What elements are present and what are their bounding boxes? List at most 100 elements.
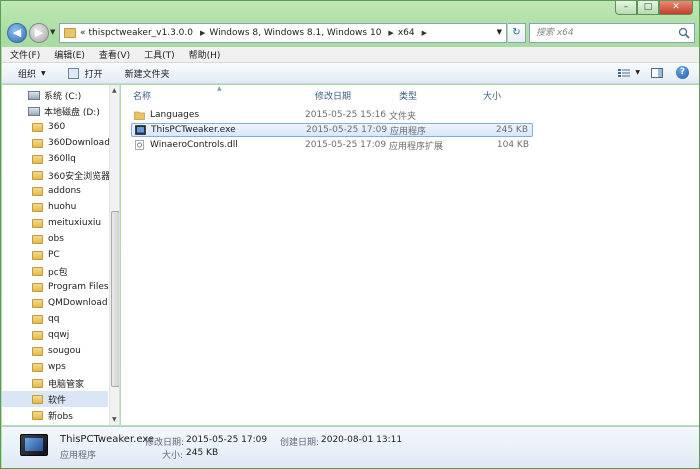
sidebar-item[interactable]: 软件 [2,391,108,407]
history-dropdown-icon[interactable]: ▼ [50,28,55,36]
scrollbar-thumb[interactable] [111,211,119,387]
sidebar-item[interactable]: wps [2,359,108,375]
breadcrumb-windows[interactable]: Windows 8, Windows 8.1, Windows 10 [209,28,381,38]
details-created-value: 2020-08-01 13:11 [321,435,403,445]
breadcrumb-thispctweaker[interactable]: thispctweaker_v1.3.0.0 [89,28,193,38]
folder-icon [32,202,43,212]
sidebar-item[interactable]: 360安全浏览器 [2,167,110,183]
refresh-button[interactable]: ↻ [508,23,526,43]
sidebar-item[interactable]: obs [2,231,108,247]
organize-button[interactable]: 组织 ▼ [18,67,46,80]
sidebar-item[interactable]: 本地磁盘 (D:) [2,103,108,119]
sidebar-item[interactable]: addons [2,183,108,199]
sidebar-item[interactable]: 360Downloads [2,135,115,151]
minimize-button[interactable]: – [615,1,637,15]
sidebar-item[interactable]: qq [2,311,108,327]
forward-arrow-icon: ▶ [34,26,44,39]
sidebar-item[interactable]: pc包 [2,263,108,279]
sidebar-item-label: meituxiuxiu [48,218,102,228]
sidebar-item-label: 360llq [48,154,76,164]
sidebar-item[interactable]: QMDownload [2,295,108,311]
menu-edit[interactable]: 编辑(E) [54,48,85,61]
folder-icon [32,410,43,420]
menu-help[interactable]: 帮助(H) [189,48,221,61]
scroll-down-icon[interactable]: ▼ [112,416,117,423]
chevron-right-icon[interactable]: ▶ [200,29,205,37]
search-icon[interactable] [678,27,690,39]
organize-label: 组织 [18,69,37,80]
column-header-date[interactable]: 修改日期 [315,89,351,102]
file-type: 应用程序扩展 [389,141,444,152]
sidebar-item-label: Program Files [48,282,109,292]
view-options-icon[interactable] [617,67,631,79]
sidebar-item-label: 360 [48,122,66,132]
navigation-pane: 系统 (C:) 本地磁盘 (D:) 360 360Downloads 360llq 360… [2,85,120,425]
application-icon [135,125,146,135]
open-button[interactable]: 打开 [67,67,103,80]
scroll-up-icon[interactable]: ▲ [112,87,117,94]
chevron-right-icon[interactable]: ▶ [388,29,393,37]
open-label: 打开 [84,69,103,80]
column-header-size[interactable]: 大小 [483,89,501,102]
new-folder-button[interactable]: 新建文件夹 [125,67,170,80]
explorer-window: – □ ✕ ◀ ▶ ▼ « thispctweaker_v1.3.0.0 ▶ W… [0,0,700,469]
column-header-type[interactable]: 类型 [399,89,417,102]
menu-tools[interactable]: 工具(T) [144,48,175,61]
breadcrumb-x64[interactable]: x64 [398,28,415,38]
details-filename: ThisPCTweaker.exe [60,434,155,445]
sidebar-item[interactable]: qqwj [2,327,108,343]
sidebar-item[interactable]: 新obs [2,407,108,423]
folder-icon [32,122,43,132]
sidebar-item[interactable]: 360llq [2,151,108,167]
forward-button[interactable]: ▶ [29,23,49,43]
chevron-right-icon[interactable]: ▶ [422,29,427,37]
details-size-label: 大小: [162,451,184,461]
column-header-name[interactable]: 名称 [133,89,151,102]
refresh-icon: ↻ [512,27,521,38]
close-button[interactable]: ✕ [659,1,693,15]
sidebar-item[interactable]: 电脑管家 [2,375,108,391]
folder-icon [32,346,43,356]
help-icon[interactable]: ? [676,66,689,79]
folder-icon [32,218,43,228]
folder-icon [32,170,43,180]
sidebar-item-label: PC [48,250,60,260]
sidebar-item[interactable]: meituxiuxiu [2,215,108,231]
sidebar-item-label: addons [48,186,81,196]
file-thumbnail-icon [20,434,48,456]
command-bar: 组织 ▼ 打开 新建文件夹 ▼ ? [2,63,699,84]
details-size-value: 245 KB [186,448,219,458]
search-input[interactable]: 搜索 x64 [529,23,695,43]
menu-file[interactable]: 文件(F) [10,48,40,61]
menu-bar: 文件(F) 编辑(E) 查看(V) 工具(T) 帮助(H) [2,47,699,63]
sidebar-scrollbar[interactable]: ▲ ▼ [109,85,119,425]
menu-view[interactable]: 查看(V) [99,48,130,61]
folder-icon [32,330,43,340]
sidebar-item[interactable]: 系统 (C:) [2,87,108,103]
file-name: ThisPCTweaker.exe [151,125,236,135]
maximize-button[interactable]: □ [637,1,659,15]
back-arrow-icon: ◀ [12,26,22,39]
drive-icon [28,106,40,116]
sidebar-item[interactable]: PC [2,247,108,263]
file-row[interactable]: Languages 2015-05-25 15:16 文件夹 [131,108,533,122]
sidebar-item[interactable]: huohu [2,199,108,215]
drive-icon [28,90,40,100]
sidebar-item[interactable]: Program Files [2,279,109,295]
file-date: 2015-05-25 17:09 [305,140,387,150]
folder-icon [32,362,43,372]
sidebar-item[interactable]: 360 [2,119,108,135]
view-dropdown-icon[interactable]: ▼ [635,69,640,76]
back-button[interactable]: ◀ [7,23,27,43]
preview-pane-icon[interactable] [650,67,664,79]
folder-icon [134,111,145,120]
address-bar[interactable]: « thispctweaker_v1.3.0.0 ▶ Windows 8, Wi… [59,23,507,43]
breadcrumb-overflow[interactable]: « [80,28,86,38]
folder-icon [32,314,43,324]
file-row[interactable]: ThisPCTweaker.exe 2015-05-25 17:09 应用程序 245… [131,123,533,137]
address-dropdown-icon[interactable]: ▼ [497,28,502,36]
sidebar-item[interactable]: sougou [2,343,108,359]
file-row[interactable]: WinaeroControls.dll 2015-05-25 17:09 应用程序扩… [131,138,533,152]
sidebar-item-label: obs [48,234,64,244]
sidebar-item-label: 新obs [48,411,73,422]
